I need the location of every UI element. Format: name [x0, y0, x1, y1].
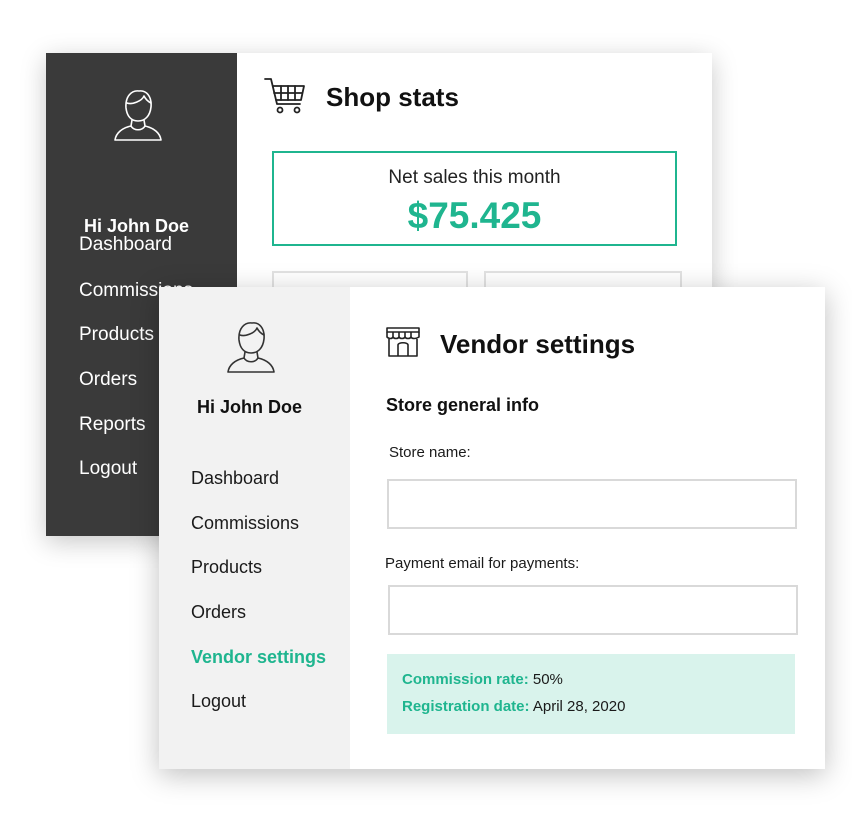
registration-date-value: April 28, 2020 — [532, 698, 626, 715]
nav-item-products[interactable]: Products — [79, 324, 154, 346]
greeting: Hi John Doe — [196, 397, 302, 417]
registration-date-label: Registration date: — [402, 698, 530, 715]
nav-item-orders[interactable]: Orders — [79, 369, 137, 391]
payment-email-label: Payment email for payments: — [385, 555, 580, 572]
nav-item-products[interactable]: Products — [191, 557, 262, 578]
payment-email-input[interactable] — [388, 585, 798, 635]
page-title: Shop stats — [326, 82, 459, 112]
net-sales-card: Net sales this month $75.425 — [272, 151, 677, 246]
sidebar: Hi John Doe Dashboard Commissions Produc… — [159, 287, 350, 769]
page-title: Vendor settings — [440, 329, 636, 359]
user-avatar-icon — [227, 322, 275, 373]
store-name-label: Store name: — [389, 444, 471, 461]
nav-item-reports[interactable]: Reports — [79, 414, 146, 436]
store-name-input[interactable] — [387, 479, 797, 529]
nav-item-logout[interactable]: Logout — [191, 691, 246, 712]
section-title: Store general info — [386, 395, 540, 415]
commission-rate-label: Commission rate: — [402, 671, 529, 688]
main-content: Vendor settings Store general info Store… — [350, 287, 825, 769]
nav-item-orders[interactable]: Orders — [191, 602, 246, 623]
commission-rate-row: Commission rate: 50% — [402, 671, 563, 688]
user-avatar-icon — [114, 90, 162, 141]
nav-item-vendor-settings[interactable]: Vendor settings — [191, 647, 326, 668]
nav-item-dashboard[interactable]: Dashboard — [191, 468, 279, 489]
registration-date-row: Registration date: April 28, 2020 — [402, 698, 625, 715]
store-icon — [386, 327, 420, 357]
cart-icon — [264, 78, 305, 114]
vendor-info-box: Commission rate: 50% Registration date: … — [387, 654, 795, 734]
nav-item-dashboard[interactable]: Dashboard — [79, 234, 172, 256]
nav-item-logout[interactable]: Logout — [79, 458, 137, 480]
commission-rate-value: 50% — [532, 671, 563, 688]
net-sales-value: $75.425 — [407, 195, 542, 236]
vendor-settings-window: Hi John Doe Dashboard Commissions Produc… — [159, 287, 825, 769]
net-sales-label: Net sales this month — [388, 167, 561, 188]
nav-item-commissions[interactable]: Commissions — [191, 513, 299, 534]
